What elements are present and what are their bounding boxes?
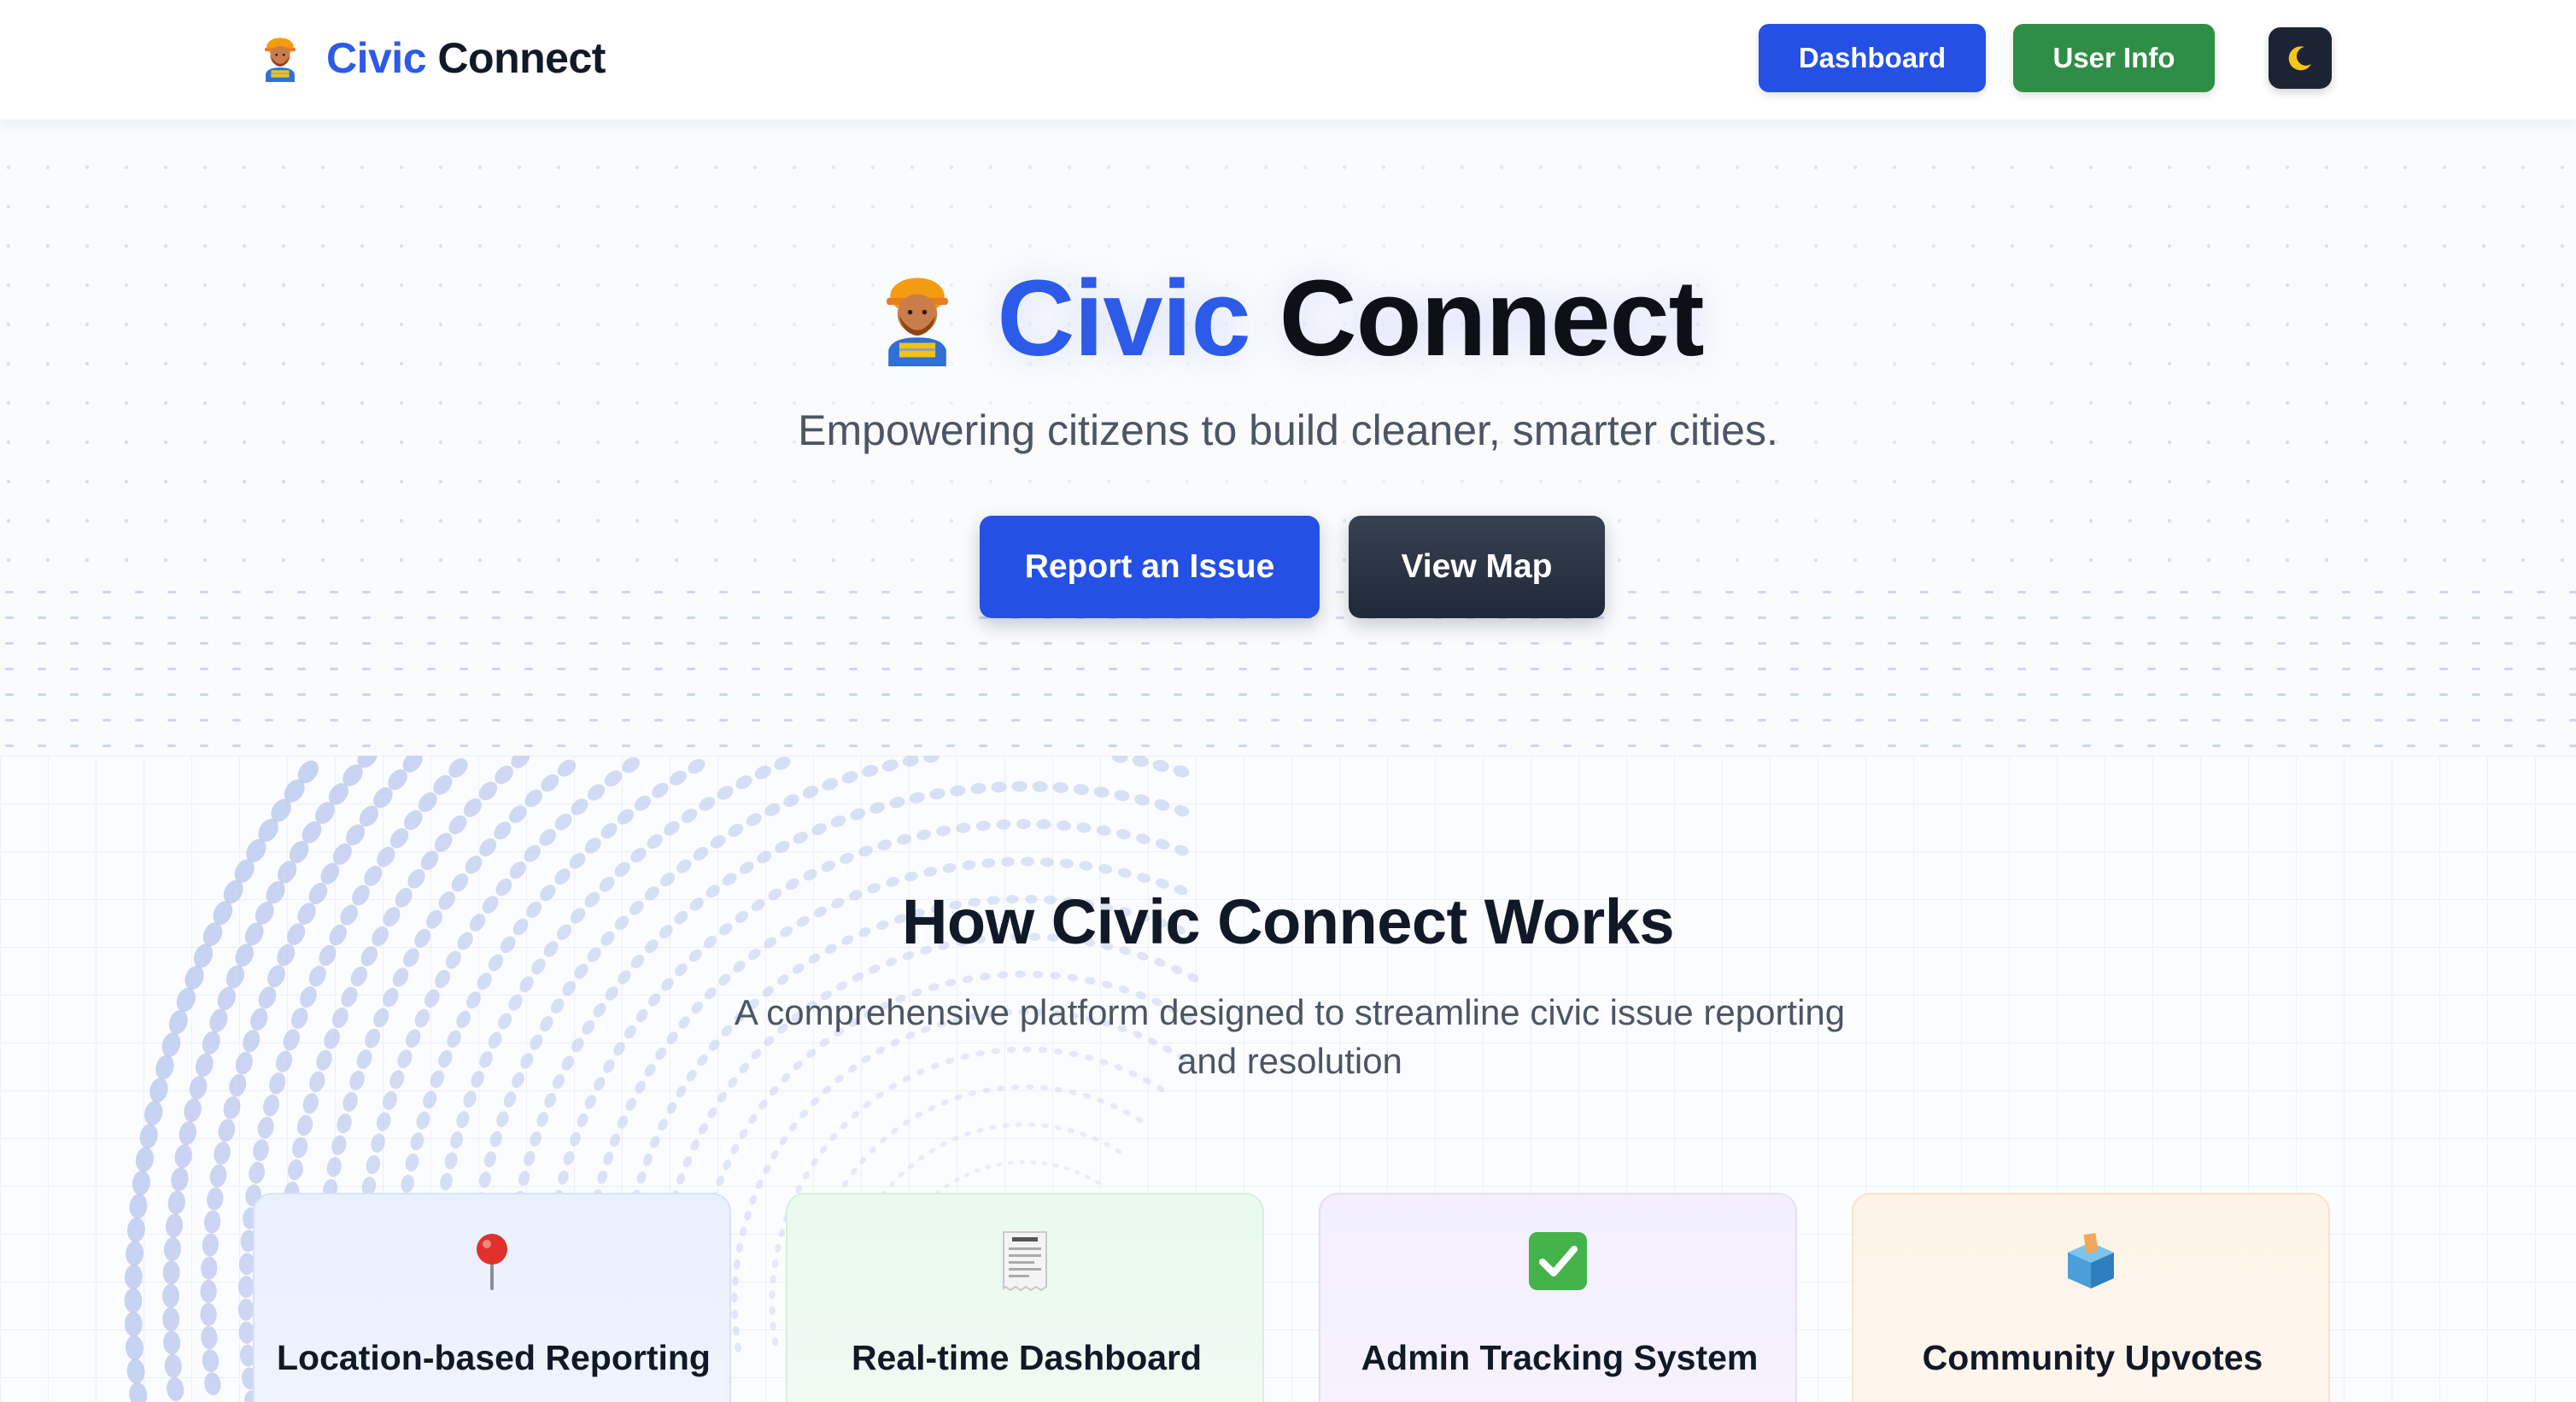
feature-card-community-upvotes[interactable]: Community Upvotes [1852,1193,2330,1402]
hero-section: Civic Connect Empowering citizens to bui… [0,120,2576,756]
moon-icon [2288,46,2311,71]
feature-card-dashboard[interactable]: Real-time Dashboard [786,1193,1264,1402]
hero-heading: Civic Connect [0,256,2576,380]
view-map-button[interactable]: View Map [1349,516,1605,618]
construction-worker-icon [256,34,304,82]
feature-card-location-reporting[interactable]: Location-based Reporting [253,1193,731,1402]
features-subtitle: A comprehensive platform designed to str… [734,992,1846,1081]
hero-title: Civic Connect [997,256,1705,380]
pin-icon [477,1234,507,1290]
feature-card-title: Real-time Dashboard [851,1338,1203,1377]
swirl-dot [1016,818,1031,830]
feature-card-title: Community Upvotes [1922,1338,2263,1377]
swirl-dot [1021,856,1035,867]
check-icon [1529,1232,1587,1290]
swirl-dot [124,1288,143,1313]
dashboard-button[interactable]: Dashboard [1759,24,1986,92]
construction-worker-icon [872,271,963,366]
brand-name: Civic Connect [326,33,606,83]
report-issue-button[interactable]: Report an Issue [980,516,1320,618]
hero-actions: Report an Issue View Map [980,516,1605,618]
hero-title-part2: Connect [1279,258,1705,378]
hero-subtitle: Empowering citizens to build cleaner, sm… [798,406,1778,454]
ballot-box-icon [2068,1233,2114,1288]
brand-name-part2: Connect [437,34,606,82]
feature-card-title: Location-based Reporting [277,1338,711,1377]
hero-title-part1: Civic [997,258,1250,378]
receipt-icon [1003,1231,1047,1292]
feature-card-admin-tracking[interactable]: Admin Tracking System [1319,1193,1797,1402]
brand-name-part1: Civic [326,34,427,82]
features-section: How Civic Connect Works A comprehensive … [0,756,2576,1402]
feature-card-title: Admin Tracking System [1361,1338,1759,1377]
features-title: How Civic Connect Works [901,886,1675,957]
top-navbar: Civic Connect Dashboard User Info [0,0,2576,120]
user-info-button[interactable]: User Info [2013,24,2215,92]
brand-logo[interactable]: Civic Connect [256,27,606,89]
swirl-dot [161,1283,180,1308]
theme-toggle-button[interactable] [2269,27,2332,89]
